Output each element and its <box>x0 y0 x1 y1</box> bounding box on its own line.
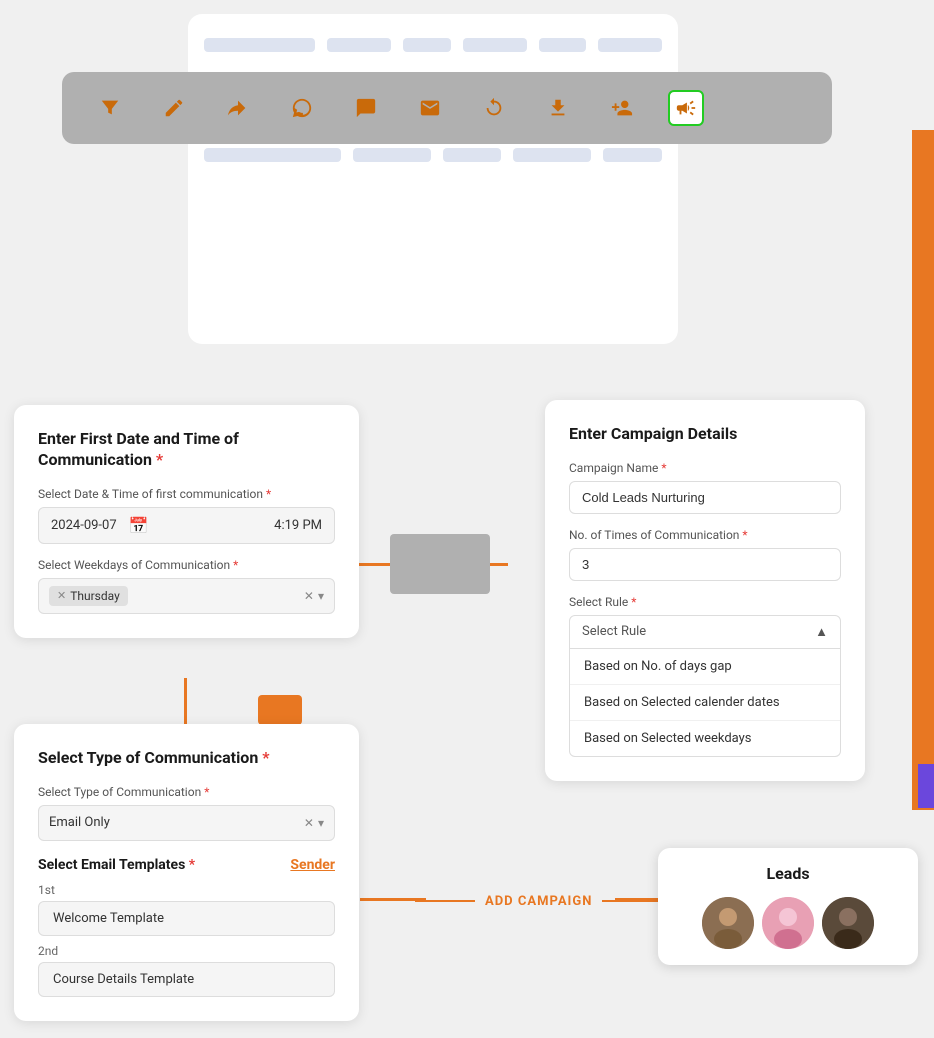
clear-icon[interactable]: ✕ <box>304 589 314 603</box>
comm-type-card: Select Type of Communication * Select Ty… <box>14 724 359 1021</box>
sender-link[interactable]: Sender <box>290 857 335 873</box>
avatars-row <box>678 897 898 949</box>
forward-icon[interactable] <box>220 90 256 126</box>
avatar-3 <box>822 897 874 949</box>
clear-type-icon[interactable]: ✕ <box>304 816 314 830</box>
campaign-card: Enter Campaign Details Campaign Name * N… <box>545 400 865 781</box>
select-rule-placeholder: Select Rule <box>582 624 646 639</box>
main-preview-card <box>188 14 678 344</box>
avatar-2 <box>762 897 814 949</box>
email-only-value: Email Only <box>49 815 110 830</box>
campaign-card-title: Enter Campaign Details <box>569 424 841 445</box>
select-rule-container: Select Rule ▲ Based on No. of days gap B… <box>569 615 841 757</box>
toolbar-card <box>62 72 832 144</box>
orange-connector-box <box>258 695 302 725</box>
add-campaign-label[interactable]: ADD CAMPAIGN <box>485 894 592 909</box>
person-add-icon[interactable] <box>604 90 640 126</box>
time-value: 4:19 PM <box>274 518 322 533</box>
campaign-icon[interactable] <box>668 90 704 126</box>
campaign-name-input[interactable] <box>569 481 841 514</box>
rule-option-1[interactable]: Based on No. of days gap <box>570 649 840 685</box>
filter-icon[interactable] <box>92 90 128 126</box>
leads-card: Leads <box>658 848 918 965</box>
date-card: Enter First Date and Time of Communicati… <box>14 405 359 638</box>
templates-title: Select Email Templates * <box>38 857 195 873</box>
refresh-icon[interactable] <box>476 90 512 126</box>
campaign-name-label: Campaign Name * <box>569 461 841 475</box>
thursday-label: Thursday <box>70 589 120 603</box>
chevron-down-type-icon[interactable]: ▾ <box>318 816 324 830</box>
add-campaign-line-left <box>415 900 475 902</box>
date-value: 2024-09-07 <box>51 518 117 533</box>
date-card-title: Enter First Date and Time of Communicati… <box>38 429 335 471</box>
template-2-item[interactable]: Course Details Template <box>38 962 335 997</box>
select-rule-dropdown[interactable]: Select Rule ▲ <box>569 615 841 649</box>
whatsapp-icon[interactable] <box>284 90 320 126</box>
purple-rect <box>918 764 934 808</box>
no-of-times-input[interactable] <box>569 548 841 581</box>
type-selector[interactable]: Email Only ✕ ▾ <box>38 805 335 841</box>
leads-title: Leads <box>678 864 898 883</box>
select-rule-label: Select Rule * <box>569 595 841 609</box>
rule-option-2[interactable]: Based on Selected calender dates <box>570 685 840 721</box>
chat-icon[interactable] <box>348 90 384 126</box>
thursday-tag[interactable]: ✕ Thursday <box>49 586 128 606</box>
gray-connector <box>390 534 490 594</box>
templates-header: Select Email Templates * Sender <box>38 857 335 873</box>
chevron-up-icon: ▲ <box>815 624 828 640</box>
email-icon[interactable] <box>412 90 448 126</box>
remove-thursday-icon[interactable]: ✕ <box>57 589 66 602</box>
rule-option-3[interactable]: Based on Selected weekdays <box>570 721 840 756</box>
clear-chevron[interactable]: ✕ ▾ <box>304 589 324 603</box>
rule-dropdown-menu: Based on No. of days gap Based on Select… <box>569 649 841 757</box>
add-campaign-line-right <box>602 900 662 902</box>
date-field-label: Select Date & Time of first communicatio… <box>38 487 335 501</box>
type-clear-chevron[interactable]: ✕ ▾ <box>304 816 324 830</box>
template-1-idx: 1st <box>38 883 335 897</box>
template-2-idx: 2nd <box>38 944 335 958</box>
weekdays-label: Select Weekdays of Communication * <box>38 558 335 572</box>
date-row[interactable]: 2024-09-07 📅 4:19 PM <box>38 507 335 544</box>
no-of-times-label: No. of Times of Communication * <box>569 528 841 542</box>
weekdays-selector[interactable]: ✕ Thursday ✕ ▾ <box>38 578 335 614</box>
chevron-down-icon[interactable]: ▾ <box>318 589 324 603</box>
calendar-icon[interactable]: 📅 <box>129 516 149 535</box>
avatar-1 <box>702 897 754 949</box>
comm-type-title: Select Type of Communication * <box>38 748 335 769</box>
edit-icon[interactable] <box>156 90 192 126</box>
download-icon[interactable] <box>540 90 576 126</box>
orange-bar-right <box>912 130 934 810</box>
template-1-item[interactable]: Welcome Template <box>38 901 335 936</box>
type-label: Select Type of Communication * <box>38 785 335 799</box>
